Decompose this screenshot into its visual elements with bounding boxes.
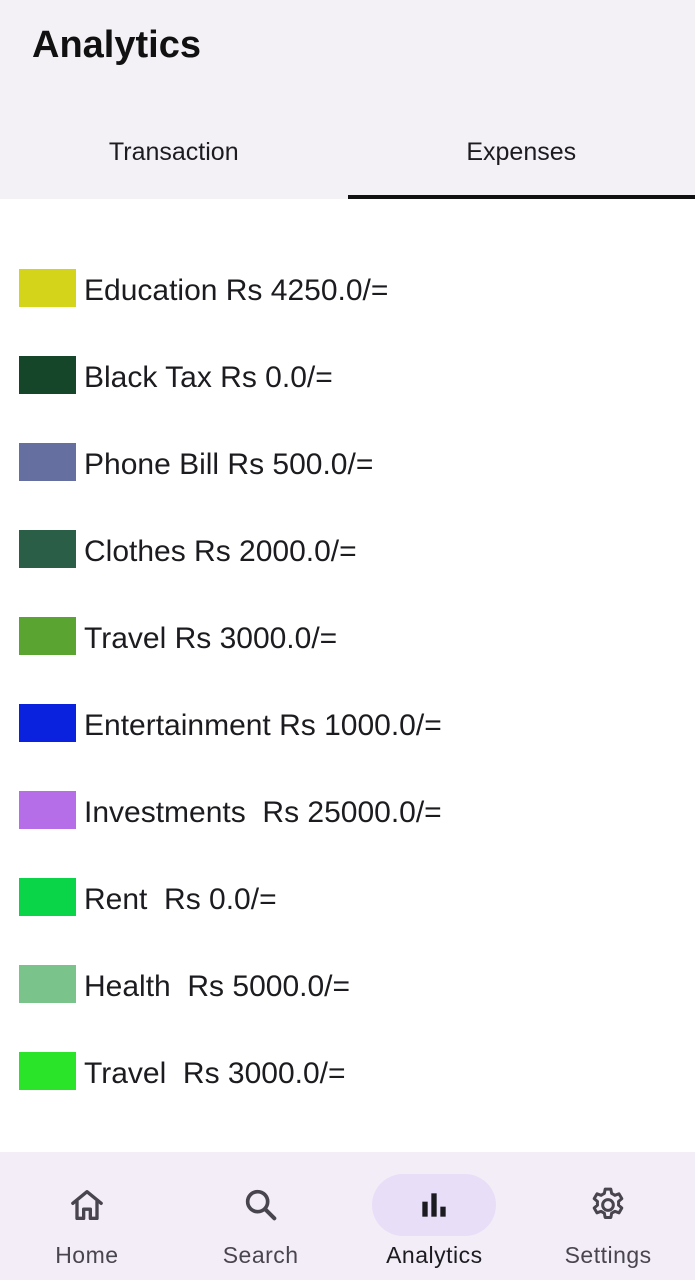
color-swatch: [19, 529, 76, 568]
color-swatch: [19, 790, 76, 829]
color-swatch: [19, 268, 76, 307]
bottom-navigation: Home Search Analytics Settings: [0, 1152, 695, 1280]
tab-expenses[interactable]: Expenses: [347, 110, 695, 199]
legend-item: Black Tax Rs 0.0/=: [0, 331, 695, 418]
legend-label: Black Tax Rs 0.0/=: [84, 360, 333, 394]
nav-label: Settings: [564, 1242, 652, 1268]
legend-label: Clothes Rs 2000.0/=: [84, 534, 357, 568]
legend-item: Investments Rs 25000.0/=: [0, 766, 695, 853]
legend-item: Education Rs 4250.0/=: [0, 244, 695, 331]
legend-label: Education Rs 4250.0/=: [84, 273, 389, 307]
gear-icon: [592, 1187, 624, 1219]
analytics-screen: Analytics Transaction Expenses Education…: [0, 0, 695, 1280]
nav-icon-container: [199, 1174, 323, 1236]
nav-home[interactable]: Home: [0, 1152, 174, 1280]
color-swatch: [19, 877, 76, 916]
tab-label: Transaction: [108, 138, 239, 166]
nav-settings[interactable]: Settings: [521, 1152, 695, 1280]
color-swatch: [19, 964, 76, 1003]
legend-item: Entertainment Rs 1000.0/=: [0, 679, 695, 766]
legend-label: Travel Rs 3000.0/=: [84, 621, 338, 655]
tab-label: Expenses: [466, 138, 577, 166]
nav-label: Search: [222, 1242, 299, 1268]
nav-search[interactable]: Search: [174, 1152, 348, 1280]
legend-item: Clothes Rs 2000.0/=: [0, 505, 695, 592]
nav-icon-container: [372, 1174, 497, 1236]
legend-item: Travel Rs 3000.0/=: [0, 592, 695, 679]
legend-label: Rent Rs 0.0/=: [84, 882, 277, 916]
legend-label: Entertainment Rs 1000.0/=: [84, 708, 442, 742]
legend-item: Rent Rs 0.0/=: [0, 853, 695, 940]
legend-item: Health Rs 5000.0/=: [0, 940, 695, 1027]
nav-analytics[interactable]: Analytics: [348, 1152, 522, 1280]
nav-label: Home: [55, 1242, 119, 1268]
color-swatch: [19, 616, 76, 655]
color-swatch: [19, 1051, 76, 1090]
legend-item: Travel Rs 3000.0/=: [0, 1027, 695, 1114]
bar-chart-icon: [422, 1193, 447, 1217]
legend-label: Phone Bill Rs 500.0/=: [84, 447, 374, 481]
nav-icon-container: [546, 1174, 670, 1236]
expense-legend: Education Rs 4250.0/= Black Tax Rs 0.0/=…: [0, 244, 695, 1114]
search-icon: [245, 1189, 276, 1221]
color-swatch: [19, 703, 76, 742]
color-swatch: [19, 355, 76, 394]
legend-label: Health Rs 5000.0/=: [84, 969, 351, 1003]
nav-label: Analytics: [386, 1242, 483, 1268]
nav-icon-container: [25, 1174, 149, 1236]
page-title: Analytics: [32, 24, 201, 66]
legend-label: Travel Rs 3000.0/=: [84, 1056, 346, 1090]
legend-label: Investments Rs 25000.0/=: [84, 795, 442, 829]
tab-transaction[interactable]: Transaction: [0, 110, 348, 199]
legend-item: Phone Bill Rs 500.0/=: [0, 418, 695, 505]
tab-bar: Transaction Expenses: [0, 110, 695, 199]
app-bar: Analytics Transaction Expenses: [0, 0, 695, 199]
color-swatch: [19, 442, 76, 481]
home-icon: [71, 1190, 103, 1220]
